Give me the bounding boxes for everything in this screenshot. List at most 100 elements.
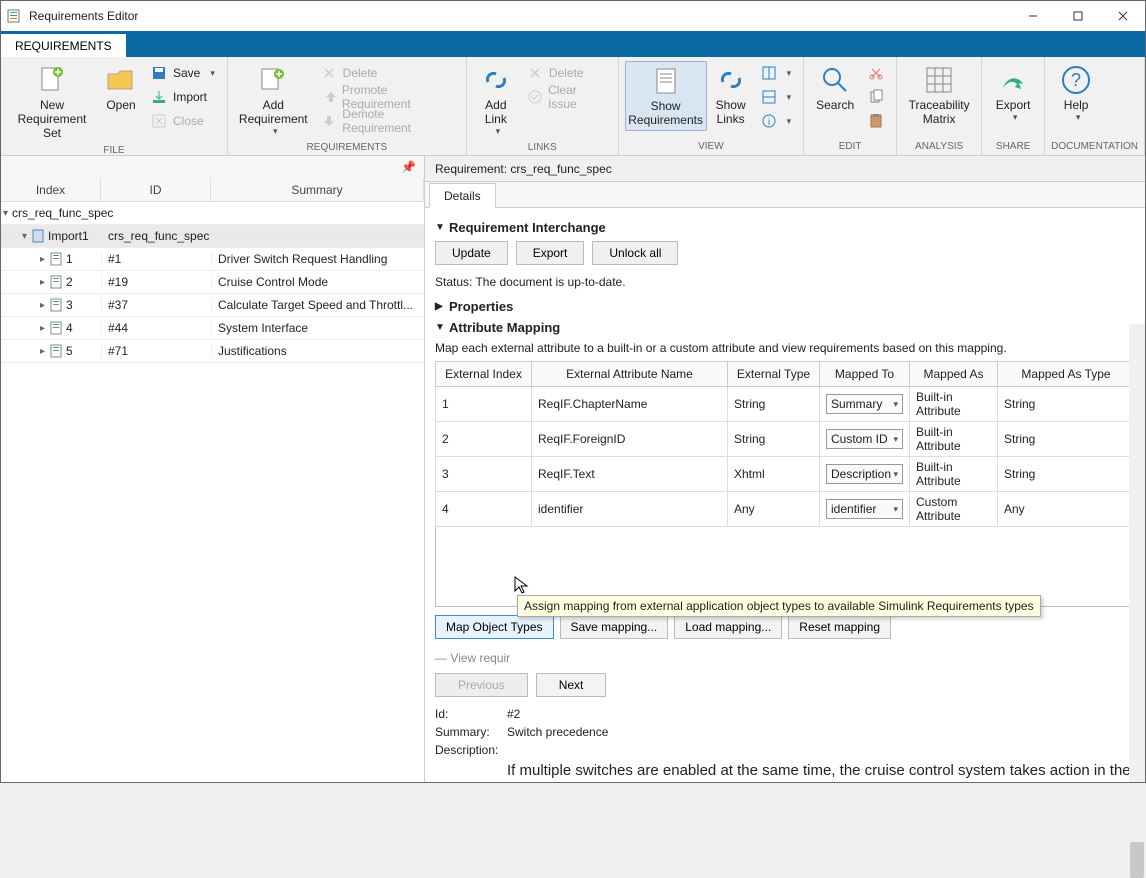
requirement-icon bbox=[50, 321, 64, 335]
close-button[interactable] bbox=[1100, 1, 1145, 31]
reset-mapping-button[interactable]: Reset mapping bbox=[788, 615, 891, 639]
svg-text:i: i bbox=[767, 117, 769, 128]
group-requirements-label: REQUIREMENTS bbox=[234, 140, 460, 156]
chevron-right-icon[interactable]: ▸ bbox=[37, 254, 48, 265]
group-edit-label: EDIT bbox=[810, 139, 890, 155]
paste-button[interactable] bbox=[862, 109, 890, 133]
info-icon: i bbox=[761, 113, 777, 129]
mapped-to-select[interactable]: identifier▾ bbox=[826, 499, 903, 519]
mapped-to-select[interactable]: Summary▾ bbox=[826, 394, 903, 414]
clear-issue-button[interactable]: Clear Issue bbox=[521, 85, 612, 109]
status-text: Status: The document is up-to-date. bbox=[435, 275, 1135, 289]
map-object-types-button[interactable]: Map Object Types bbox=[435, 615, 554, 639]
id-value: #2 bbox=[507, 707, 520, 721]
mapped-to-select[interactable]: Custom ID▾ bbox=[826, 429, 903, 449]
view-option-2[interactable] bbox=[755, 85, 798, 109]
minimize-button[interactable] bbox=[1010, 1, 1055, 31]
summary-value: Switch precedence bbox=[507, 725, 608, 739]
section-attribute-mapping[interactable]: ▼Attribute Mapping bbox=[435, 320, 1135, 335]
table-row[interactable]: 4identifierAnyidentifier▾Custom Attribut… bbox=[436, 492, 1135, 527]
save-mapping-button[interactable]: Save mapping... bbox=[560, 615, 669, 639]
col-mapped-as[interactable]: Mapped As bbox=[910, 362, 998, 387]
tree-panel: 📌 Index ID Summary ▾crs_req_func_spec ▾I… bbox=[1, 156, 425, 782]
tab-details[interactable]: Details bbox=[429, 183, 496, 208]
svg-text:?: ? bbox=[1071, 70, 1081, 90]
add-link-button[interactable]: Add Link bbox=[473, 61, 519, 140]
col-summary[interactable]: Summary bbox=[211, 178, 424, 201]
tree-row[interactable]: ▸3#37Calculate Target Speed and Throttl.… bbox=[1, 294, 424, 317]
scrollbar[interactable] bbox=[1129, 324, 1145, 782]
chevron-right-icon[interactable]: ▸ bbox=[37, 300, 48, 311]
maximize-button[interactable] bbox=[1055, 1, 1100, 31]
next-button[interactable]: Next bbox=[536, 673, 607, 697]
delete-icon bbox=[527, 65, 543, 81]
close-button-ribbon[interactable]: Close bbox=[145, 109, 221, 133]
col-mapped-to[interactable]: Mapped To bbox=[820, 362, 910, 387]
requirement-icon bbox=[50, 298, 64, 312]
tree-header: Index ID Summary bbox=[1, 178, 424, 202]
export-button[interactable]: Export bbox=[988, 61, 1038, 126]
table-row[interactable]: 2ReqIF.ForeignIDStringCustom ID▾Built-in… bbox=[436, 422, 1135, 457]
traceability-matrix-button[interactable]: Traceability Matrix bbox=[903, 61, 975, 129]
show-requirements-button[interactable]: Show Requirements bbox=[625, 61, 707, 131]
cut-button[interactable] bbox=[862, 61, 890, 85]
delete-requirement-button[interactable]: Delete bbox=[315, 61, 460, 85]
table-row[interactable]: 1ReqIF.ChapterNameStringSummary▾Built-in… bbox=[436, 387, 1135, 422]
show-links-button[interactable]: Show Links bbox=[709, 61, 753, 129]
promote-requirement-button[interactable]: Promote Requirement bbox=[315, 85, 460, 109]
rows-icon bbox=[761, 89, 777, 105]
chevron-down-icon[interactable]: ▾ bbox=[19, 231, 30, 242]
help-button[interactable]: ? Help bbox=[1051, 61, 1101, 126]
col-external-type[interactable]: External Type bbox=[728, 362, 820, 387]
section-requirement-interchange[interactable]: ▼Requirement Interchange bbox=[435, 220, 1135, 235]
open-button[interactable]: Open bbox=[99, 61, 143, 115]
tree-row[interactable]: ▸2#19Cruise Control Mode bbox=[1, 271, 424, 294]
section-properties[interactable]: ▶Properties bbox=[435, 299, 1135, 314]
search-button[interactable]: Search bbox=[810, 61, 860, 115]
update-button[interactable]: Update bbox=[435, 241, 508, 265]
scroll-thumb[interactable] bbox=[1130, 842, 1144, 878]
chevron-down-icon: ▼ bbox=[435, 222, 449, 233]
demote-requirement-button[interactable]: Demote Requirement bbox=[315, 109, 460, 133]
load-mapping-button[interactable]: Load mapping... bbox=[674, 615, 782, 639]
col-external-index[interactable]: External Index bbox=[436, 362, 532, 387]
ribbon: New Requirement Set Open Save Import Clo… bbox=[1, 57, 1145, 156]
tab-requirements[interactable]: REQUIREMENTS bbox=[1, 33, 126, 57]
pin-icon[interactable]: 📌 bbox=[401, 160, 416, 174]
app-icon bbox=[7, 8, 23, 24]
delete-link-button[interactable]: Delete bbox=[521, 61, 612, 85]
col-id[interactable]: ID bbox=[101, 178, 211, 201]
col-mapped-as-type[interactable]: Mapped As Type bbox=[998, 362, 1135, 387]
chevron-right-icon[interactable]: ▸ bbox=[37, 346, 48, 357]
chevron-down-icon[interactable]: ▾ bbox=[3, 208, 8, 219]
file-new-icon bbox=[36, 64, 68, 96]
tree-row[interactable]: ▸5#71Justifications bbox=[1, 340, 424, 363]
add-requirement-button[interactable]: Add Requirement bbox=[234, 61, 313, 140]
details-panel: Requirement: crs_req_func_spec Details ▼… bbox=[425, 156, 1145, 782]
group-documentation-label: DOCUMENTATION bbox=[1051, 139, 1138, 155]
chevron-right-icon[interactable]: ▸ bbox=[37, 323, 48, 334]
previous-button[interactable]: Previous bbox=[435, 673, 528, 697]
tree-row[interactable]: ▸4#44System Interface bbox=[1, 317, 424, 340]
view-option-1[interactable] bbox=[755, 61, 798, 85]
folder-open-icon bbox=[105, 64, 137, 96]
matrix-icon bbox=[923, 64, 955, 96]
unlock-all-button[interactable]: Unlock all bbox=[592, 241, 678, 265]
import-button[interactable]: Import bbox=[145, 85, 221, 109]
col-external-attribute-name[interactable]: External Attribute Name bbox=[532, 362, 728, 387]
export-interchange-button[interactable]: Export bbox=[516, 241, 585, 265]
col-index[interactable]: Index bbox=[1, 178, 101, 201]
chevron-right-icon[interactable]: ▸ bbox=[37, 277, 48, 288]
clear-icon bbox=[527, 89, 542, 105]
copy-button[interactable] bbox=[862, 85, 890, 109]
save-button[interactable]: Save bbox=[145, 61, 221, 85]
mapped-to-select[interactable]: Description▾ bbox=[826, 464, 903, 484]
tree-import-row[interactable]: ▾Import1 crs_req_func_spec bbox=[1, 225, 424, 248]
table-row[interactable]: 3ReqIF.TextXhtmlDescription▾Built-in Att… bbox=[436, 457, 1135, 492]
tree-row[interactable]: ▸1#1Driver Switch Request Handling bbox=[1, 248, 424, 271]
mapping-table: External Index External Attribute Name E… bbox=[435, 361, 1135, 527]
tree-root-row[interactable]: ▾crs_req_func_spec bbox=[1, 202, 424, 225]
chevron-down-icon: ▼ bbox=[435, 322, 449, 333]
new-requirement-set-button[interactable]: New Requirement Set bbox=[7, 61, 97, 143]
view-option-3[interactable]: i bbox=[755, 109, 798, 133]
